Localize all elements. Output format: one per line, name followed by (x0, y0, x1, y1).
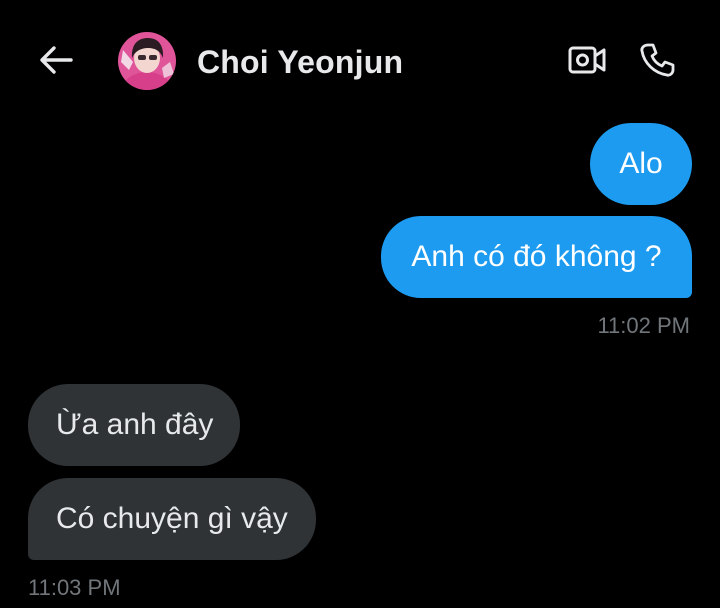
message-text: Ừa anh đây (56, 408, 214, 441)
contact-name[interactable]: Choi Yeonjun (197, 42, 403, 82)
message-bubble-outgoing[interactable]: Anh có đó không ? (381, 216, 692, 298)
message-timestamp: 11:03 PM (28, 575, 121, 600)
video-camera-icon (568, 46, 606, 74)
phone-icon (640, 43, 675, 77)
arrow-left-icon (40, 46, 73, 74)
message-timestamp: 11:02 PM (597, 313, 690, 338)
avatar[interactable] (118, 32, 176, 90)
message-bubble-incoming[interactable]: Có chuyện gì vậy (28, 478, 316, 560)
message-text: Anh có đó không ? (411, 240, 662, 273)
message-bubble-outgoing[interactable]: Alo (590, 123, 692, 205)
message-text: Alo (619, 147, 663, 180)
message-bubble-incoming[interactable]: Ừa anh đây (28, 384, 240, 466)
video-call-button[interactable] (566, 40, 608, 80)
back-button[interactable] (36, 40, 76, 80)
message-text: Có chuyện gì vậy (56, 502, 288, 535)
chat-header: Choi Yeonjun (0, 0, 720, 120)
voice-call-button[interactable] (636, 40, 678, 80)
